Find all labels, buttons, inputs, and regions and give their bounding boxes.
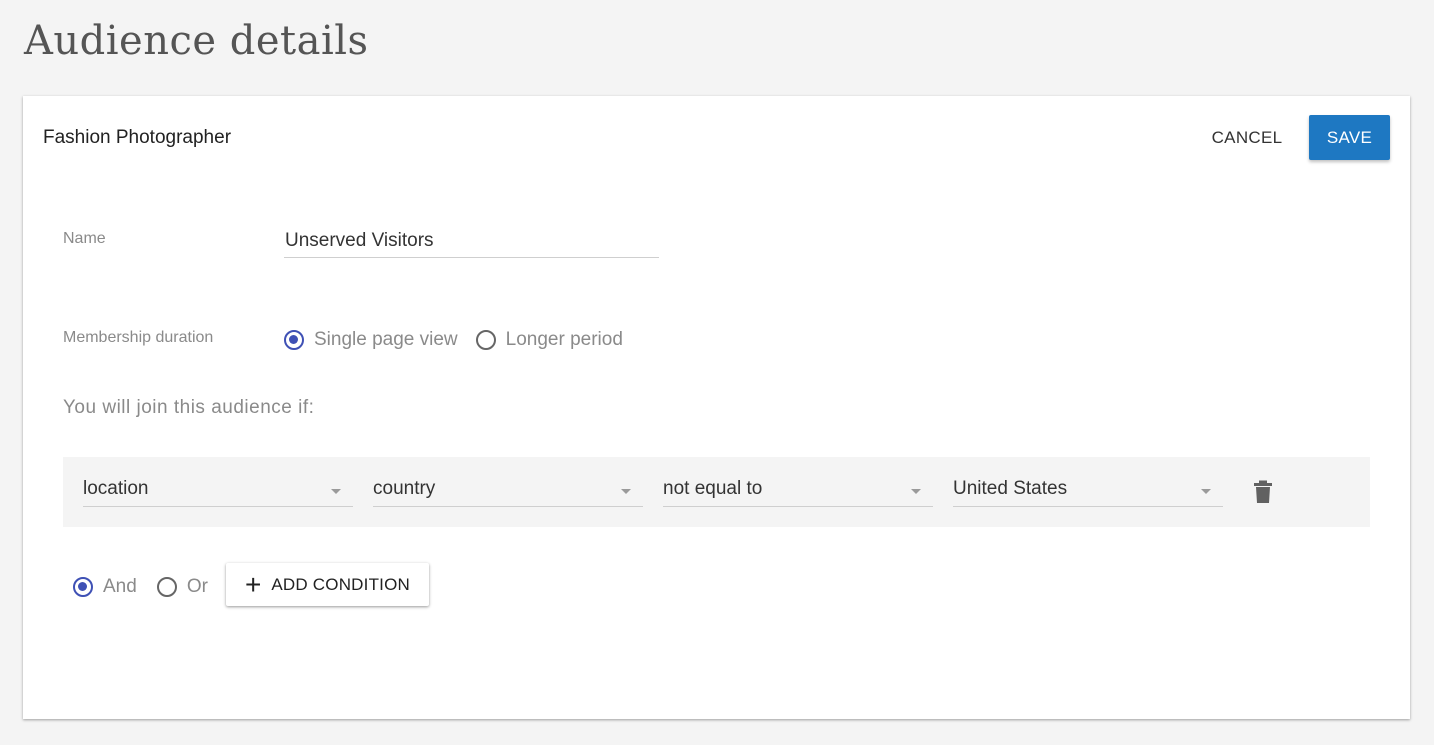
radio-label: Single page view (314, 329, 458, 350)
select-value: location (83, 478, 149, 499)
dropdown-arrow-icon (1201, 489, 1211, 494)
audience-card: Fashion Photographer CANCEL SAVE Name Me… (23, 96, 1410, 719)
membership-duration-label: Membership duration (63, 329, 214, 346)
radio-checked-icon (284, 330, 304, 350)
name-label: Name (63, 230, 106, 247)
logic-radio-group: And Or (73, 576, 208, 598)
radio-and[interactable]: And (73, 576, 137, 598)
condition-operator-select[interactable]: not equal to (663, 477, 933, 507)
add-condition-label: ADD CONDITION (271, 574, 410, 594)
trash-icon[interactable] (1253, 480, 1273, 504)
membership-radio-group: Single page view Longer period (284, 329, 623, 351)
condition-field-select[interactable]: location (83, 477, 353, 507)
plus-icon: + (245, 568, 262, 600)
cancel-button[interactable]: CANCEL (1199, 116, 1295, 160)
dropdown-arrow-icon (331, 489, 341, 494)
select-value: country (373, 478, 436, 499)
dropdown-arrow-icon (621, 489, 631, 494)
card-title: Fashion Photographer (43, 127, 232, 148)
page-title: Audience details (24, 18, 369, 64)
radio-unchecked-icon (475, 330, 496, 350)
join-condition-text: You will join this audience if: (63, 397, 315, 418)
radio-checked-icon (73, 577, 93, 597)
name-input[interactable] (284, 224, 659, 258)
radio-longer-period[interactable]: Longer period (475, 329, 623, 351)
condition-row: location country not equal to United Sta… (63, 457, 1370, 527)
select-value: United States (953, 478, 1068, 499)
condition-value-select[interactable]: United States (953, 477, 1223, 507)
add-condition-button[interactable]: + ADD CONDITION (226, 563, 429, 606)
radio-label: Or (186, 576, 208, 597)
radio-label: And (103, 576, 137, 597)
select-value: not equal to (663, 478, 763, 499)
radio-or[interactable]: Or (156, 576, 208, 598)
radio-single-page-view[interactable]: Single page view (284, 329, 458, 351)
save-button[interactable]: SAVE (1309, 115, 1390, 160)
condition-subfield-select[interactable]: country (373, 477, 643, 507)
dropdown-arrow-icon (911, 489, 921, 494)
radio-label: Longer period (505, 329, 623, 350)
radio-unchecked-icon (156, 577, 177, 597)
